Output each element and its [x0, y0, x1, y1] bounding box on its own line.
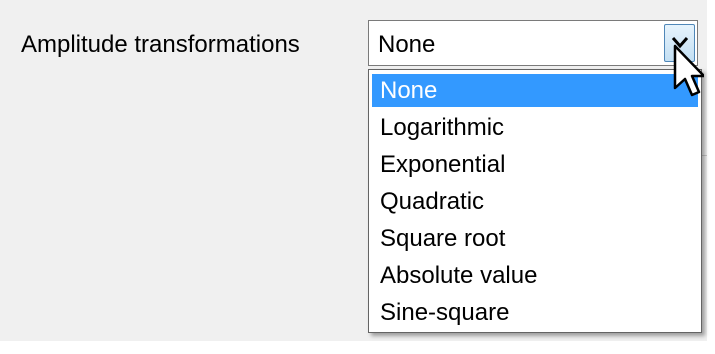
amplitude-transformations-select[interactable]: None: [368, 20, 698, 66]
option-sine-square[interactable]: Sine-square: [372, 296, 698, 329]
panel-edge-right: [707, 0, 715, 354]
option-absolute-value[interactable]: Absolute value: [372, 259, 698, 292]
amplitude-transformations-label: Amplitude transformations: [21, 31, 300, 58]
option-logarithmic[interactable]: Logarithmic: [372, 111, 698, 144]
option-square-root[interactable]: Square root: [372, 222, 698, 255]
option-exponential[interactable]: Exponential: [372, 148, 698, 181]
select-current-value: None: [378, 31, 436, 58]
dropdown-list: None Logarithmic Exponential Quadratic S…: [368, 69, 702, 333]
mouse-pointer-icon: [673, 44, 704, 97]
option-quadratic[interactable]: Quadratic: [372, 185, 698, 218]
panel-edge-bottom: [0, 341, 715, 354]
option-none[interactable]: None: [372, 74, 698, 107]
